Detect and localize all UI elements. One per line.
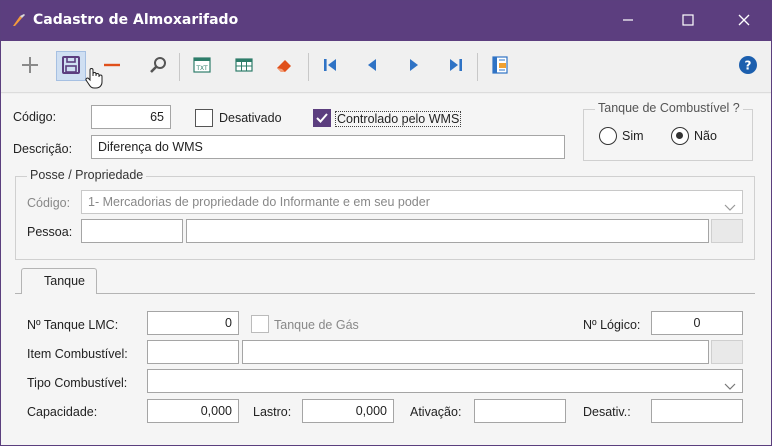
save-icon [61,55,81,78]
close-icon [738,14,750,29]
lastro-label: Lastro: [253,405,292,419]
next-icon [404,55,424,78]
window: Cadastro de Almoxarifado TXT ? Código: 6… [0,0,772,446]
minus-icon [102,55,122,78]
posse-codigo-label: Código: [27,196,71,210]
txt-file-icon: TXT [192,55,212,78]
tanque-combustivel-title: Tanque de Combustível ? [595,101,743,115]
lastro-input[interactable]: 0,000 [302,399,394,423]
add-button[interactable] [15,51,45,81]
posse-codigo-select[interactable]: 1- Mercadorias de propriedade do Informa… [81,190,743,214]
toolbar-separator [179,53,180,81]
delete-button[interactable] [97,51,127,81]
title-bar: Cadastro de Almoxarifado [1,1,771,41]
sim-label: Sim [622,129,644,143]
last-icon [446,55,466,78]
eraser-icon [274,55,294,78]
form-area: Código: 65 Desativado Controlado pelo WM… [1,94,771,445]
grid-view-button[interactable] [229,51,259,81]
capacidade-label: Capacidade: [27,405,98,419]
search-icon [148,55,168,78]
last-record-button[interactable] [441,51,471,81]
pessoa-name-input[interactable] [186,219,709,243]
save-button[interactable] [56,51,86,81]
item-lookup-button[interactable] [711,340,743,364]
minimize-icon [622,14,634,29]
posse-group [15,176,755,260]
lmc-label: Nº Tanque LMC: [27,318,119,332]
logico-input[interactable]: 0 [651,311,743,335]
sim-radio[interactable] [599,127,617,145]
toolbar: TXT ? [1,41,771,93]
maximize-button[interactable] [663,1,713,41]
first-record-button[interactable] [315,51,345,81]
codigo-input[interactable]: 65 [91,105,171,129]
tab-tanque-label: Tanque [44,274,86,288]
previous-record-button[interactable] [357,51,387,81]
search-button[interactable] [143,51,173,81]
help-icon: ? [738,55,758,78]
posse-title: Posse / Propriedade [27,168,147,182]
nao-label: Não [694,129,717,143]
codigo-label: Código: [13,110,57,124]
clear-button[interactable] [269,51,299,81]
item-name-input[interactable] [242,340,709,364]
radio-dot [676,132,683,139]
pessoa-label: Pessoa: [27,225,73,239]
item-code-input[interactable] [147,340,239,364]
desativ-label: Desativ.: [583,405,631,419]
descricao-label: Descrição: [13,142,73,156]
chevron-down-icon [724,197,736,213]
help-button[interactable]: ? [733,51,763,81]
maximize-icon [682,13,694,29]
tipo-combustivel-select[interactable] [147,369,743,393]
plus-icon [20,55,40,78]
toolbar-separator [308,53,309,81]
log-button[interactable] [485,51,515,81]
toolbar-separator [477,53,478,81]
svg-text:TXT: TXT [195,65,208,72]
ativacao-label: Ativação: [410,405,462,419]
close-button[interactable] [719,1,769,41]
chevron-down-icon [724,376,736,392]
capacidade-input[interactable]: 0,000 [147,399,239,423]
log-icon [490,55,510,78]
desativ-input[interactable] [651,399,743,423]
logico-label: Nº Lógico: [583,318,641,332]
posse-codigo-value: 1- Mercadorias de propriedade do Informa… [88,195,430,209]
tanque-gas-checkbox[interactable] [251,315,269,333]
wms-checkbox[interactable] [313,109,331,127]
pessoa-lookup-button[interactable] [711,219,743,243]
tipo-combustivel-label: Tipo Combustível: [27,376,128,390]
first-icon [320,55,340,78]
minimize-button[interactable] [603,1,653,41]
window-title: Cadastro de Almoxarifado [33,12,239,28]
app-icon [11,12,27,28]
table-icon [234,55,254,78]
next-record-button[interactable] [399,51,429,81]
previous-icon [362,55,382,78]
tanque-gas-label: Tanque de Gás [274,318,359,332]
export-txt-button[interactable]: TXT [187,51,217,81]
svg-text:?: ? [745,58,752,72]
nao-radio[interactable] [671,127,689,145]
wms-label: Controlado pelo WMS [335,111,462,127]
desativado-checkbox[interactable] [195,109,213,127]
tab-tanque[interactable]: Tanque [21,268,97,294]
lmc-input[interactable]: 0 [147,311,239,335]
desativado-label: Desativado [219,111,282,125]
ativacao-input[interactable] [474,399,566,423]
item-combustivel-label: Item Combustível: [27,347,128,361]
tab-strip-line [15,293,755,294]
descricao-input[interactable]: Diferença do WMS [91,135,565,159]
pessoa-code-input[interactable] [81,219,183,243]
